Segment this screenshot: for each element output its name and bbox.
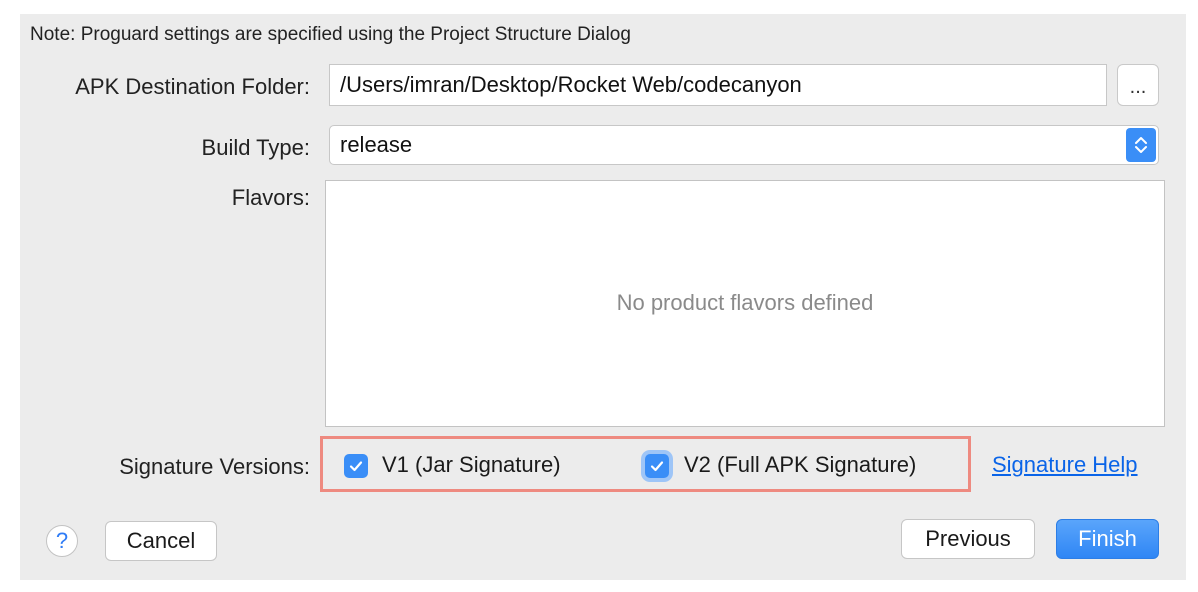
apk-destination-field[interactable]: /Users/imran/Desktop/Rocket Web/codecany… — [329, 64, 1107, 106]
previous-button[interactable]: Previous — [901, 519, 1035, 559]
help-button[interactable]: ? — [46, 525, 78, 557]
v1-signature-label[interactable]: V1 (Jar Signature) — [382, 452, 561, 478]
proguard-note: Note: Proguard settings are specified us… — [30, 24, 631, 45]
v2-signature-label[interactable]: V2 (Full APK Signature) — [684, 452, 916, 478]
checkmark-icon — [349, 461, 363, 472]
flavors-empty-text: No product flavors defined — [616, 289, 874, 315]
question-mark-icon: ? — [55, 528, 69, 553]
finish-button[interactable]: Finish — [1056, 519, 1159, 559]
signature-help-link[interactable]: Signature Help — [992, 452, 1138, 478]
build-type-select[interactable]: release — [329, 125, 1159, 165]
cancel-button[interactable]: Cancel — [105, 521, 217, 561]
updown-arrows-icon — [1126, 128, 1156, 162]
browse-button[interactable]: ... — [1117, 64, 1159, 106]
v2-signature-checkbox[interactable] — [645, 454, 669, 478]
build-type-value: release — [340, 132, 413, 157]
apk-destination-value: /Users/imran/Desktop/Rocket Web/codecany… — [340, 72, 802, 97]
flavors-list[interactable]: No product flavors defined — [325, 180, 1165, 427]
build-type-label: Build Type: — [201, 135, 310, 160]
generate-signed-apk-dialog: Note: Proguard settings are specified us… — [20, 14, 1186, 580]
v1-signature-checkbox[interactable] — [344, 454, 368, 478]
signature-versions-label: Signature Versions: — [119, 454, 310, 479]
apk-destination-label: APK Destination Folder: — [75, 74, 310, 99]
flavors-label: Flavors: — [231, 185, 310, 210]
checkmark-icon — [650, 461, 664, 472]
